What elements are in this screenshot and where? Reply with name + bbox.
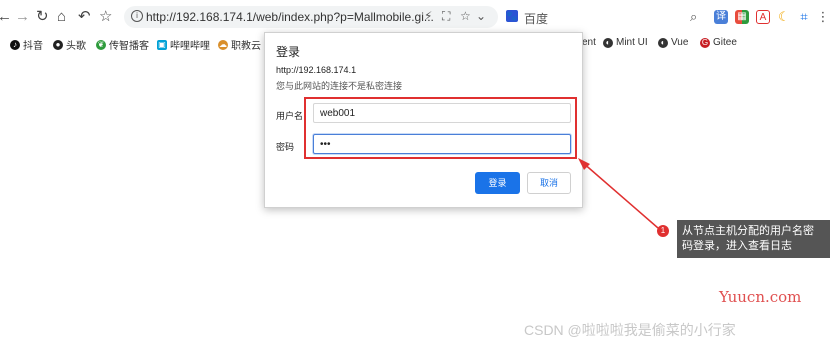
favorite-star-icon[interactable]: ☆ (99, 9, 112, 25)
bookmark-ent[interactable]: ent (582, 37, 596, 48)
callout-arrow (578, 158, 659, 229)
bookmark-gitee[interactable]: G Gitee (700, 37, 737, 48)
annotation-badge: 1 (657, 225, 669, 237)
github-icon: ● (53, 39, 63, 50)
bookmark-touge[interactable]: ● 头歌 (53, 37, 86, 52)
search-engine-label: 百度 (524, 12, 549, 26)
apps-grid-icon[interactable]: ▦ (735, 10, 749, 24)
back-icon[interactable]: ← (0, 9, 12, 25)
connection-warning: 您与此网站的连接不是私密连接 (276, 81, 403, 91)
site-info-icon[interactable]: i (131, 10, 143, 22)
more-icon[interactable]: ⋮ (816, 10, 830, 24)
bookmark-label: 哔哩哔哩 (170, 41, 210, 52)
author-watermark: CSDN @啦啦啦我是偷菜的小行家 (524, 322, 736, 338)
highlight-box (304, 97, 577, 159)
chevron-down-icon[interactable]: ⌄ (476, 9, 486, 23)
globe-icon: ◐ (658, 37, 668, 48)
bookmark-chuanzhi[interactable]: ❦ 传智播客 (96, 37, 149, 52)
browser-toolbar: ← → ↻ ⌂ ↶ ☆ i http://192.168.174.1/web/i… (0, 0, 830, 34)
bookmark-label: 传智播客 (109, 41, 149, 52)
search-icon[interactable]: ⌕ (690, 9, 697, 25)
gitee-icon: G (700, 37, 710, 48)
url-text: http://192.168.174.1/web/index.php?p=Mal… (146, 10, 434, 24)
dialog-title: 登录 (276, 45, 301, 59)
cancel-button[interactable]: 取消 (527, 172, 571, 194)
leaf-icon: ❦ (96, 39, 106, 50)
translate-icon[interactable]: 译 (714, 10, 728, 24)
home-icon[interactable]: ⌂ (57, 9, 66, 25)
bookmark-douyin[interactable]: ♪ 抖音 (10, 37, 43, 52)
search-box[interactable]: 🐾 百度 ⌕ (502, 6, 712, 28)
bookmark-label: Gitee (713, 37, 737, 48)
reload-icon[interactable]: ↻ (36, 9, 49, 25)
annotation-callout: 从节点主机分配的用户名密 码登录，进入查看日志 (677, 220, 830, 258)
username-label: 用户名 (276, 111, 304, 121)
moon-icon[interactable]: ☾ (777, 10, 791, 24)
password-label: 密码 (276, 142, 295, 152)
bookmark-bilibili[interactable]: ▣ 哔哩哔哩 (157, 37, 210, 52)
cloud-icon: ☁ (218, 39, 228, 50)
bookmark-vue[interactable]: ◐ Vue (658, 37, 688, 48)
annotation-line-2: 码登录，进入查看日志 (682, 240, 792, 252)
lightning-icon[interactable]: ⚡ (424, 9, 432, 23)
bookmark-label: 头歌 (66, 41, 86, 52)
bilibili-icon: ▣ (157, 39, 167, 50)
bookmark-label: 职教云 (231, 41, 261, 52)
annotation-line-1: 从节点主机分配的用户名密 (682, 225, 814, 237)
globe-icon: ◐ (603, 37, 613, 48)
address-bar[interactable]: i http://192.168.174.1/web/index.php?p=M… (124, 6, 498, 28)
arrow-line (581, 161, 659, 229)
baidu-icon: 🐾 (506, 10, 518, 22)
bookmark-star-icon[interactable]: ☆ (460, 9, 471, 23)
undo-icon[interactable]: ↶ (78, 9, 91, 25)
dialog-url: http://192.168.174.1 (276, 65, 357, 75)
site-watermark: Yuucn.com (719, 288, 802, 306)
bookmark-label: 抖音 (23, 41, 43, 52)
forward-icon[interactable]: → (15, 9, 30, 25)
crop-icon[interactable]: ⌗ (797, 10, 811, 24)
bookmark-label: ent (582, 37, 596, 48)
bookmark-label: Mint UI (616, 37, 648, 48)
bookmark-mint-ui[interactable]: ◐ Mint UI (603, 37, 648, 48)
pdf-icon[interactable]: A (756, 10, 770, 24)
login-button[interactable]: 登录 (475, 172, 520, 194)
bookmark-zhijiaoyun[interactable]: ☁ 职教云 (218, 37, 261, 52)
screenshot-icon[interactable]: ⛶ (442, 9, 450, 24)
douyin-icon: ♪ (10, 39, 20, 50)
bookmark-label: Vue (671, 37, 689, 48)
